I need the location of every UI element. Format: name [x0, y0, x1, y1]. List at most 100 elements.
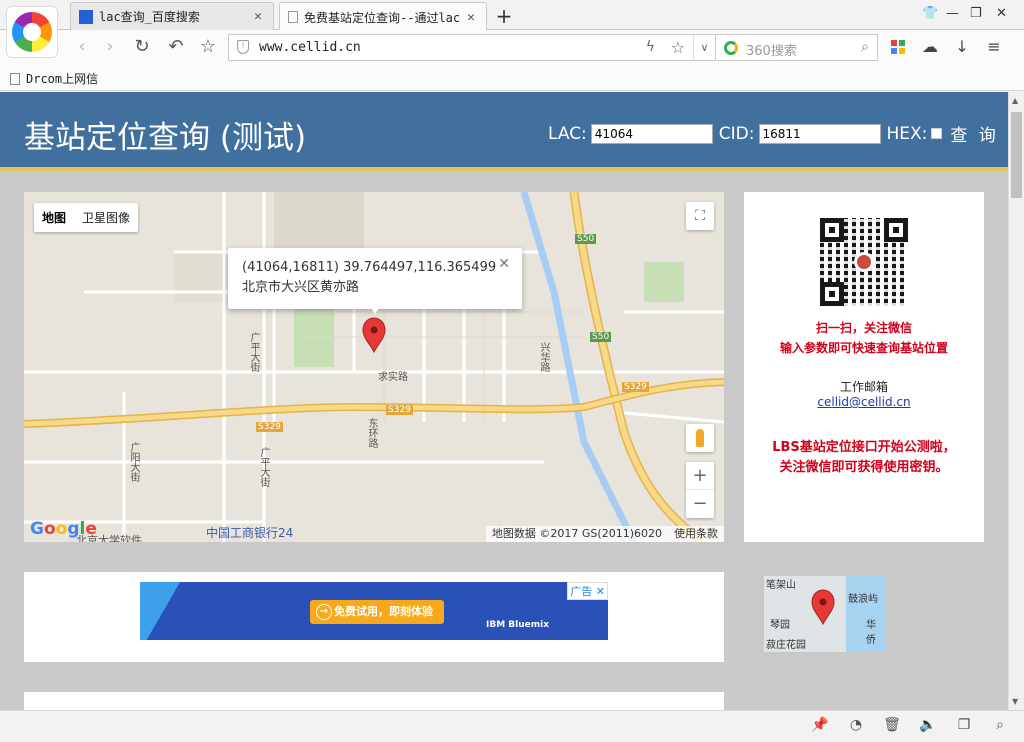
minimap[interactable]: 笔架山 鼓浪屿 琴园 华侨 菽庄花园	[764, 576, 885, 652]
scroll-up-icon[interactable]: ▲	[1012, 96, 1018, 105]
map-type-map[interactable]: 地图	[34, 203, 74, 232]
restore-icon[interactable]: ❐	[970, 6, 982, 21]
close-tab-icon[interactable]: ✕	[251, 9, 265, 24]
site-header: 基站定位查询 (测试) LAC: CID: HEX: 查 询	[0, 92, 1008, 171]
info-coords: (41064,16811) 39.764497,116.365499	[242, 260, 497, 275]
url-text[interactable]: www.cellid.cn	[259, 40, 361, 55]
ibm-logo: IBM Bluemix	[486, 620, 550, 630]
download-icon[interactable]: ↓	[952, 37, 972, 56]
bookmark-item[interactable]: Drcom上网信	[10, 70, 98, 87]
wechat-qr-code	[820, 218, 908, 306]
search-box[interactable]: 360搜索 ⌕	[716, 34, 878, 61]
trash-icon[interactable]: 🗑	[882, 717, 902, 733]
scan-text-2: 输入参数即可快速查询基站位置	[779, 341, 948, 355]
ad-banner[interactable]: 免费试用，即刻体验 IBM Bluemix 广告 ✕	[140, 582, 608, 640]
road-label: S50	[590, 332, 612, 342]
google-logo[interactable]: Google	[30, 519, 97, 539]
cid-label: CID:	[718, 123, 755, 144]
ad-tag[interactable]: 广告 ✕	[567, 582, 608, 600]
360-logo-icon	[12, 12, 52, 52]
terms-link[interactable]: 使用条款	[674, 526, 718, 542]
zoom-control: + −	[686, 462, 714, 518]
status-bar: 📌 ◔ 🗑 🔈 ❐ ⌕	[0, 710, 1024, 742]
360-search-icon	[724, 41, 738, 55]
map-footer: 地图数据 ©2017 GS(2011)6020 使用条款	[485, 526, 724, 542]
email-label: 工作邮箱	[839, 380, 888, 394]
page-title: 基站定位查询 (测试)	[24, 120, 307, 156]
tab-cellid[interactable]: 免费基站定位查询--通过lac ✕	[279, 2, 487, 31]
bookmark-star-icon[interactable]: ☆	[671, 38, 685, 57]
bookmark-label: Drcom上网信	[26, 72, 99, 86]
fullscreen-icon[interactable]: ⛶	[686, 202, 714, 230]
lbs-notice-2: 关注微信即可获得使用密钥。	[779, 460, 949, 475]
cloud-icon[interactable]: ☁	[920, 37, 940, 56]
favorite-icon[interactable]: ☆	[196, 36, 220, 57]
search-placeholder[interactable]: 360搜索	[746, 40, 797, 59]
road-label: S329	[256, 422, 283, 432]
ad-container: 免费试用，即刻体验 IBM Bluemix 广告 ✕	[24, 572, 724, 662]
menu-icon[interactable]: ≡	[984, 37, 1004, 56]
tab-title: lac查询_百度搜索	[99, 10, 200, 24]
pin-icon[interactable]: 📌	[810, 717, 830, 733]
lbs-notice-1: LBS基站定位接口开始公测啦，	[772, 440, 956, 455]
map-type-control: 地图 卫星图像	[34, 203, 139, 232]
map[interactable]: S50 S50 S329 S329 S329 广平大街 广平大街 广阳大街 东环…	[24, 192, 724, 542]
query-button[interactable]: 查 询	[950, 121, 998, 146]
security-shield-icon: !	[237, 40, 249, 54]
tab-bar: 🐾 lac查询_百度搜索 ✕ 免费基站定位查询--通过lac ✕ + 👕 — ❐…	[0, 0, 1024, 31]
baidu-icon: 🐾	[79, 9, 93, 24]
lac-input[interactable]	[590, 123, 713, 144]
close-icon[interactable]: ✕	[498, 254, 510, 274]
chevron-down-icon[interactable]: ∨	[693, 35, 715, 60]
close-window-icon[interactable]: ✕	[996, 6, 1007, 21]
street-label: 广平大街	[258, 447, 269, 487]
map-canvas	[24, 192, 724, 542]
road-label: S50	[575, 234, 597, 244]
hex-label: HEX:	[886, 123, 928, 144]
bookmark-bar: Drcom上网信	[0, 65, 1024, 91]
vertical-scrollbar[interactable]: ▲ ▼	[1008, 92, 1024, 710]
page-icon	[288, 11, 298, 23]
address-bar[interactable]: ! www.cellid.cn ϟ ☆ ∨	[228, 34, 716, 61]
window-icon[interactable]: ❐	[954, 717, 974, 733]
road-label: S329	[622, 382, 649, 392]
shirt-icon[interactable]: 👕	[922, 6, 938, 21]
zoom-in-button[interactable]: +	[686, 462, 714, 490]
undo-icon[interactable]: ↶	[164, 36, 188, 57]
road-label: S329	[386, 405, 413, 415]
ad-cta-button[interactable]: 免费试用，即刻体验	[310, 600, 444, 624]
speed-mode-icon[interactable]: ϟ	[646, 39, 655, 55]
apps-icon[interactable]	[888, 37, 908, 57]
info-address: 北京市大兴区黄亦路	[242, 280, 360, 295]
browser-logo[interactable]	[6, 6, 58, 58]
close-tab-icon[interactable]: ✕	[464, 10, 478, 25]
speed-icon[interactable]: ◔	[846, 717, 866, 733]
street-label: 广阳大街	[128, 442, 139, 482]
map-attribution: 地图数据 ©2017 GS(2011)6020	[491, 527, 662, 540]
reload-icon[interactable]: ↻	[130, 36, 154, 57]
map-type-satellite[interactable]: 卫星图像	[74, 203, 138, 232]
tab-title: 免费基站定位查询--通过lac	[304, 10, 461, 25]
volume-icon[interactable]: 🔈	[918, 717, 938, 733]
content-box	[24, 692, 724, 710]
zoom-search-icon[interactable]: ⌕	[990, 717, 1010, 733]
page-viewport: 基站定位查询 (测试) LAC: CID: HEX: 查 询	[0, 92, 1008, 710]
email-link[interactable]: cellid@cellid.cn	[817, 395, 910, 409]
lac-label: LAC:	[548, 123, 587, 144]
info-window: (41064,16811) 39.764497,116.365499 北京市大兴…	[228, 248, 522, 314]
cid-input[interactable]	[758, 123, 881, 144]
new-tab-button[interactable]: +	[494, 4, 514, 28]
street-label: 求实路	[378, 372, 408, 383]
scroll-down-icon[interactable]: ▼	[1012, 697, 1018, 706]
zoom-out-button[interactable]: −	[686, 490, 714, 518]
forward-icon[interactable]: ›	[98, 36, 122, 57]
back-icon[interactable]: ‹	[70, 36, 94, 57]
hex-checkbox[interactable]	[931, 128, 943, 139]
street-label: 东环路	[366, 418, 377, 448]
minimap-pin-icon	[811, 589, 835, 626]
tab-baidu[interactable]: 🐾 lac查询_百度搜索 ✕	[70, 2, 274, 30]
scrollbar-thumb[interactable]	[1011, 112, 1022, 198]
minimize-icon[interactable]: —	[946, 6, 959, 21]
search-icon[interactable]: ⌕	[861, 39, 869, 55]
pegman-icon[interactable]	[686, 424, 714, 452]
